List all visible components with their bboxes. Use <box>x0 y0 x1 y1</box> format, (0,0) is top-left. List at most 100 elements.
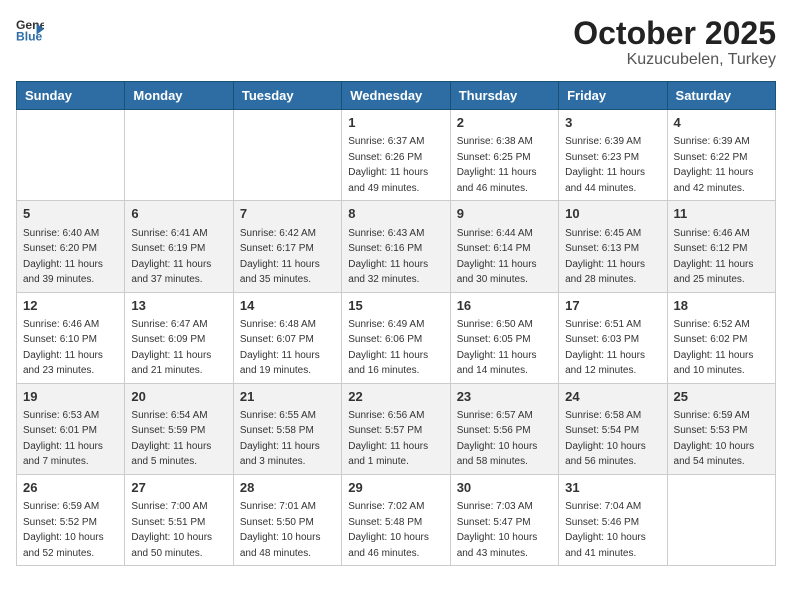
day-info: Sunrise: 6:54 AM Sunset: 5:59 PM Dayligh… <box>131 410 211 468</box>
day-info: Sunrise: 6:42 AM Sunset: 6:17 PM Dayligh… <box>240 228 320 286</box>
day-info: Sunrise: 6:43 AM Sunset: 6:16 PM Dayligh… <box>348 228 428 286</box>
day-number: 23 <box>457 388 552 406</box>
weekday-header-row: Sunday Monday Tuesday Wednesday Thursday… <box>17 82 776 110</box>
day-info: Sunrise: 6:50 AM Sunset: 6:05 PM Dayligh… <box>457 319 537 377</box>
day-cell: 4 Sunrise: 6:39 AM Sunset: 6:22 PM Daylig… <box>667 110 775 201</box>
week-row-2: 5Sunrise: 6:40 AM Sunset: 6:20 PM Daylig… <box>17 201 776 292</box>
day-info: Sunrise: 7:00 AM Sunset: 5:51 PM Dayligh… <box>131 501 212 559</box>
day-number: 21 <box>240 388 335 406</box>
day-info: Sunrise: 6:51 AM Sunset: 6:03 PM Dayligh… <box>565 319 645 377</box>
calendar-subtitle: Kuzucubelen, Turkey <box>573 51 776 69</box>
page-header: General Blue October 2025 Kuzucubelen, T… <box>16 16 776 69</box>
title-block: October 2025 Kuzucubelen, Turkey <box>573 16 776 69</box>
header-wednesday: Wednesday <box>342 82 450 110</box>
day-number: 29 <box>348 479 443 497</box>
header-monday: Monday <box>125 82 233 110</box>
day-number: 25 <box>674 388 769 406</box>
day-info: Sunrise: 6:46 AM Sunset: 6:12 PM Dayligh… <box>674 228 754 286</box>
day-cell: 24 Sunrise: 6:58 AM Sunset: 5:54 PM Dayli… <box>559 383 667 474</box>
day-info: Sunrise: 6:57 AM Sunset: 5:56 PM Dayligh… <box>457 410 538 468</box>
day-number: 1 <box>348 114 443 132</box>
day-number: 26 <box>23 479 118 497</box>
day-info: Sunrise: 6:59 AM Sunset: 5:52 PM Dayligh… <box>23 501 104 559</box>
logo-icon: General Blue <box>16 16 44 44</box>
day-info: Sunrise: 6:55 AM Sunset: 5:58 PM Dayligh… <box>240 410 320 468</box>
day-cell: 12 Sunrise: 6:46 AM Sunset: 6:10 PM Dayli… <box>17 292 125 383</box>
logo: General Blue <box>16 16 44 44</box>
day-cell: 29 Sunrise: 7:02 AM Sunset: 5:48 PM Dayli… <box>342 474 450 565</box>
day-cell <box>233 110 341 201</box>
day-cell: 27 Sunrise: 7:00 AM Sunset: 5:51 PM Dayli… <box>125 474 233 565</box>
day-cell: 7 Sunrise: 6:42 AM Sunset: 6:17 PM Daylig… <box>233 201 341 292</box>
day-cell: 23 Sunrise: 6:57 AM Sunset: 5:56 PM Dayli… <box>450 383 558 474</box>
day-number: 16 <box>457 297 552 315</box>
day-number: 31 <box>565 479 660 497</box>
header-friday: Friday <box>559 82 667 110</box>
day-cell: 3Sunrise: 6:39 AM Sunset: 6:23 PM Daylig… <box>559 110 667 201</box>
week-row-3: 12 Sunrise: 6:46 AM Sunset: 6:10 PM Dayli… <box>17 292 776 383</box>
day-cell: 10 Sunrise: 6:45 AM Sunset: 6:13 PM Dayli… <box>559 201 667 292</box>
week-row-1: 1 Sunrise: 6:37 AM Sunset: 6:26 PM Daylig… <box>17 110 776 201</box>
calendar-title: October 2025 <box>573 16 776 51</box>
day-cell: 11 Sunrise: 6:46 AM Sunset: 6:12 PM Dayli… <box>667 201 775 292</box>
day-cell: 6 Sunrise: 6:41 AM Sunset: 6:19 PM Daylig… <box>125 201 233 292</box>
day-info: Sunrise: 6:39 AM Sunset: 6:23 PM Dayligh… <box>565 136 645 194</box>
day-info: Sunrise: 6:52 AM Sunset: 6:02 PM Dayligh… <box>674 319 754 377</box>
day-info: Sunrise: 6:48 AM Sunset: 6:07 PM Dayligh… <box>240 319 320 377</box>
day-cell: 30Sunrise: 7:03 AM Sunset: 5:47 PM Dayli… <box>450 474 558 565</box>
day-number: 7 <box>240 205 335 223</box>
svg-text:Blue: Blue <box>16 29 43 43</box>
day-info: Sunrise: 6:45 AM Sunset: 6:13 PM Dayligh… <box>565 228 645 286</box>
day-cell: 28 Sunrise: 7:01 AM Sunset: 5:50 PM Dayli… <box>233 474 341 565</box>
day-number: 17 <box>565 297 660 315</box>
day-info: Sunrise: 7:01 AM Sunset: 5:50 PM Dayligh… <box>240 501 321 559</box>
day-cell <box>667 474 775 565</box>
header-saturday: Saturday <box>667 82 775 110</box>
day-cell: 2Sunrise: 6:38 AM Sunset: 6:25 PM Daylig… <box>450 110 558 201</box>
day-cell: 5Sunrise: 6:40 AM Sunset: 6:20 PM Daylig… <box>17 201 125 292</box>
day-info: Sunrise: 6:41 AM Sunset: 6:19 PM Dayligh… <box>131 228 211 286</box>
day-info: Sunrise: 6:37 AM Sunset: 6:26 PM Dayligh… <box>348 136 428 194</box>
day-cell <box>125 110 233 201</box>
day-info: Sunrise: 7:04 AM Sunset: 5:46 PM Dayligh… <box>565 501 646 559</box>
day-number: 11 <box>674 205 769 223</box>
day-cell: 9Sunrise: 6:44 AM Sunset: 6:14 PM Daylig… <box>450 201 558 292</box>
day-cell: 17 Sunrise: 6:51 AM Sunset: 6:03 PM Dayli… <box>559 292 667 383</box>
day-cell: 14 Sunrise: 6:48 AM Sunset: 6:07 PM Dayli… <box>233 292 341 383</box>
day-cell: 15 Sunrise: 6:49 AM Sunset: 6:06 PM Dayli… <box>342 292 450 383</box>
day-number: 4 <box>674 114 769 132</box>
day-number: 2 <box>457 114 552 132</box>
day-cell: 13 Sunrise: 6:47 AM Sunset: 6:09 PM Dayli… <box>125 292 233 383</box>
day-info: Sunrise: 6:58 AM Sunset: 5:54 PM Dayligh… <box>565 410 646 468</box>
day-info: Sunrise: 7:02 AM Sunset: 5:48 PM Dayligh… <box>348 501 429 559</box>
day-info: Sunrise: 6:56 AM Sunset: 5:57 PM Dayligh… <box>348 410 428 468</box>
header-sunday: Sunday <box>17 82 125 110</box>
calendar-table: Sunday Monday Tuesday Wednesday Thursday… <box>16 81 776 566</box>
day-cell: 8 Sunrise: 6:43 AM Sunset: 6:16 PM Daylig… <box>342 201 450 292</box>
day-cell: 20 Sunrise: 6:54 AM Sunset: 5:59 PM Dayli… <box>125 383 233 474</box>
day-number: 13 <box>131 297 226 315</box>
day-number: 24 <box>565 388 660 406</box>
day-cell: 31 Sunrise: 7:04 AM Sunset: 5:46 PM Dayli… <box>559 474 667 565</box>
day-cell: 25Sunrise: 6:59 AM Sunset: 5:53 PM Dayli… <box>667 383 775 474</box>
day-info: Sunrise: 6:46 AM Sunset: 6:10 PM Dayligh… <box>23 319 103 377</box>
day-number: 20 <box>131 388 226 406</box>
day-info: Sunrise: 6:39 AM Sunset: 6:22 PM Dayligh… <box>674 136 754 194</box>
day-number: 18 <box>674 297 769 315</box>
day-cell: 1 Sunrise: 6:37 AM Sunset: 6:26 PM Daylig… <box>342 110 450 201</box>
day-number: 14 <box>240 297 335 315</box>
week-row-5: 26 Sunrise: 6:59 AM Sunset: 5:52 PM Dayli… <box>17 474 776 565</box>
day-number: 10 <box>565 205 660 223</box>
day-number: 15 <box>348 297 443 315</box>
header-tuesday: Tuesday <box>233 82 341 110</box>
day-info: Sunrise: 6:49 AM Sunset: 6:06 PM Dayligh… <box>348 319 428 377</box>
day-cell: 18 Sunrise: 6:52 AM Sunset: 6:02 PM Dayli… <box>667 292 775 383</box>
day-number: 27 <box>131 479 226 497</box>
day-number: 28 <box>240 479 335 497</box>
day-info: Sunrise: 6:53 AM Sunset: 6:01 PM Dayligh… <box>23 410 103 468</box>
day-number: 6 <box>131 205 226 223</box>
day-info: Sunrise: 6:47 AM Sunset: 6:09 PM Dayligh… <box>131 319 211 377</box>
day-number: 12 <box>23 297 118 315</box>
day-number: 8 <box>348 205 443 223</box>
day-number: 19 <box>23 388 118 406</box>
